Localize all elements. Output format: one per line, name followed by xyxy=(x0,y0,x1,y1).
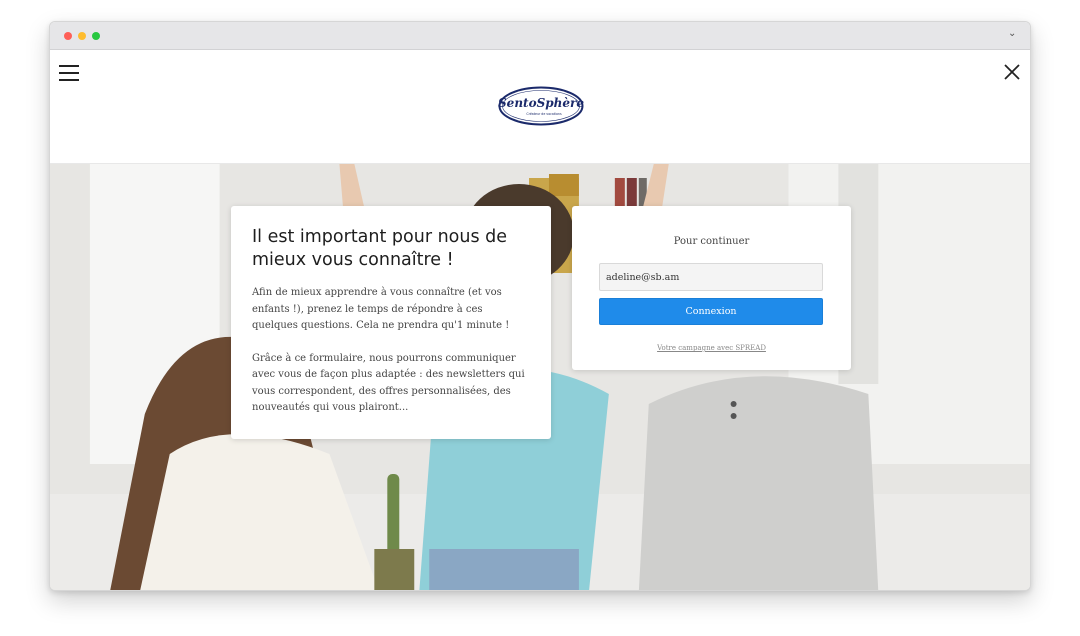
close-icon[interactable] xyxy=(1003,63,1021,81)
browser-window: ⌄ SentoSphère Créateur de vocations Il e… xyxy=(49,21,1031,591)
chevron-down-icon[interactable]: ⌄ xyxy=(1008,29,1018,39)
title-bar: ⌄ xyxy=(50,22,1030,50)
email-field[interactable] xyxy=(599,263,823,291)
hamburger-icon[interactable] xyxy=(59,65,79,81)
sentosphere-logo[interactable]: SentoSphère Créateur de vocations xyxy=(498,86,584,126)
svg-text:Créateur de vocations: Créateur de vocations xyxy=(526,112,562,116)
maximize-window-dot[interactable] xyxy=(92,32,100,40)
login-title: Pour continuer xyxy=(673,236,750,247)
close-window-dot[interactable] xyxy=(64,32,72,40)
intro-paragraph-1: Afin de mieux apprendre à vous connaître… xyxy=(252,287,510,331)
svg-text:SentoSphère: SentoSphère xyxy=(498,96,584,110)
site-header: SentoSphère Créateur de vocations xyxy=(50,50,1030,164)
login-card: Pour continuer Connexion Votre campagne … xyxy=(572,206,851,370)
intro-card: Il est important pour nous de mieux vous… xyxy=(231,206,551,439)
spread-campaign-link[interactable]: Votre campagne avec SPREAD xyxy=(572,344,851,352)
minimize-window-dot[interactable] xyxy=(78,32,86,40)
connexion-button[interactable]: Connexion xyxy=(599,298,823,325)
intro-title: Il est important pour nous de mieux vous… xyxy=(252,227,508,270)
intro-paragraph-2: Grâce à ce formulaire, nous pourrons com… xyxy=(252,352,525,414)
intro-body: Afin de mieux apprendre à vous connaître… xyxy=(252,285,530,417)
hero-background-photo: Il est important pour nous de mieux vous… xyxy=(50,164,1030,590)
